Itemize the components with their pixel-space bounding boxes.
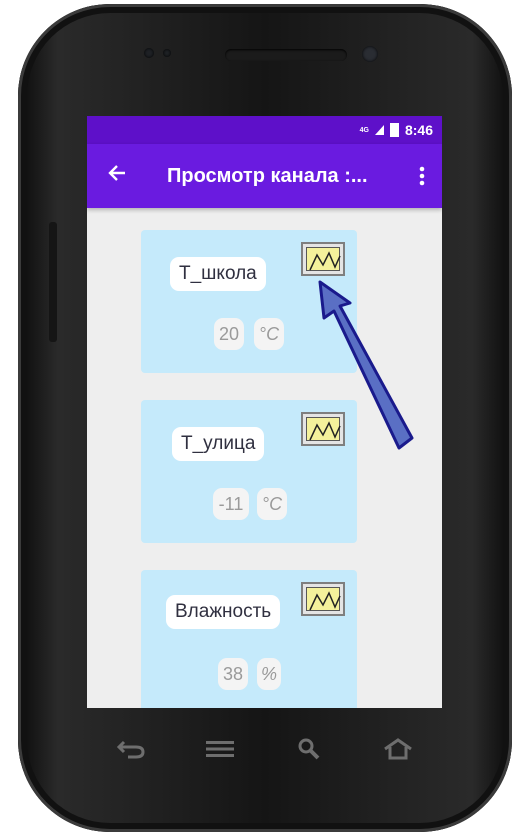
more-vert-icon xyxy=(419,166,425,185)
channel-unit: °C xyxy=(257,488,287,520)
earpiece-speaker xyxy=(225,49,347,61)
clock: 8:46 xyxy=(404,122,433,138)
back-button[interactable] xyxy=(87,163,147,189)
overflow-menu-button[interactable] xyxy=(402,166,442,187)
channel-unit: % xyxy=(257,658,281,690)
channel-name: Влажность xyxy=(166,595,281,629)
home-nav-icon xyxy=(383,738,412,760)
search-nav-icon xyxy=(298,738,320,760)
sensor-dot xyxy=(144,48,154,58)
front-camera xyxy=(362,46,378,62)
screen: 4G 8:46 Просмотр канала :... Т_школа 20 … xyxy=(87,116,442,708)
status-bar: 4G 8:46 xyxy=(87,116,442,144)
network-type: 4G xyxy=(359,126,369,134)
menu-nav-icon xyxy=(206,741,235,757)
channel-name: Т_улица xyxy=(172,427,265,461)
navigation-bar xyxy=(87,720,442,778)
channel-card[interactable]: Т_школа 20 °C xyxy=(141,230,357,373)
back-nav-icon xyxy=(117,740,145,759)
chart-button[interactable] xyxy=(301,412,345,446)
channel-unit: °C xyxy=(254,318,284,350)
arrow-left-icon xyxy=(108,165,125,181)
channel-value: 20 xyxy=(214,318,244,350)
nav-search-button[interactable] xyxy=(289,734,329,764)
app-bar: Просмотр канала :... xyxy=(87,144,442,208)
battery-icon xyxy=(389,123,399,137)
nav-menu-button[interactable] xyxy=(200,734,240,764)
chart-button[interactable] xyxy=(301,582,345,616)
volume-button xyxy=(49,222,57,342)
signal-icon xyxy=(374,125,384,135)
nav-back-button[interactable] xyxy=(111,734,151,764)
line-chart-icon xyxy=(309,591,341,611)
channel-card[interactable]: Т_улица -11 °C xyxy=(141,400,357,543)
channel-value: 38 xyxy=(218,658,248,690)
line-chart-icon xyxy=(309,251,341,271)
channel-value: -11 xyxy=(213,488,249,520)
channel-card[interactable]: Влажность 38 % xyxy=(141,570,357,708)
channel-name: Т_школа xyxy=(170,257,266,291)
line-chart-icon xyxy=(309,421,341,441)
page-title: Просмотр канала :... xyxy=(167,164,368,187)
sensor-dot xyxy=(163,49,171,57)
chart-button[interactable] xyxy=(301,242,345,276)
nav-home-button[interactable] xyxy=(378,734,418,764)
